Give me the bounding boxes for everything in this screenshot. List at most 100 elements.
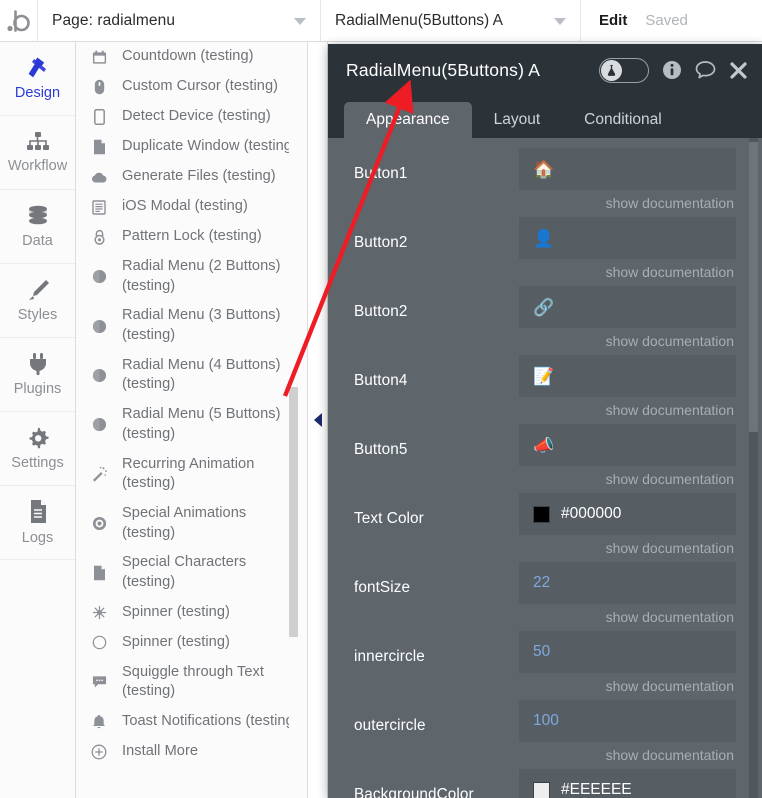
list-item-label: iOS Modal (testing)	[122, 198, 248, 215]
sidebar-item-workflow[interactable]: Workflow	[0, 116, 75, 190]
list-item-label: Radial Menu (2 Buttons) (testing)	[122, 258, 281, 294]
property-editor-header: RadialMenu(5Buttons) A	[328, 44, 762, 96]
property-input[interactable]: #000000	[519, 493, 736, 535]
list-item[interactable]: Radial Menu (5 Buttons) (testing)	[76, 400, 308, 449]
list-item[interactable]: Spinner (testing)	[76, 628, 308, 658]
list-item[interactable]: Toast Notifications (testing)	[76, 707, 308, 737]
list-item[interactable]: Pattern Lock (testing)	[76, 222, 308, 252]
panel-divider	[307, 42, 308, 798]
property-scrollbar-thumb[interactable]	[749, 142, 758, 432]
target-icon	[90, 515, 108, 533]
edit-status-group: Edit Saved	[581, 0, 688, 41]
tab-appearance[interactable]: Appearance	[344, 102, 472, 138]
property-row: Button4 📝 show documentation	[354, 355, 736, 424]
document-icon	[30, 500, 46, 523]
list-item[interactable]: Spinner (testing)	[76, 598, 308, 628]
list-item[interactable]: Special Characters (testing)	[76, 548, 308, 597]
list-item-label: Special Animations (testing)	[122, 504, 247, 541]
bubble-logo[interactable]	[0, 0, 38, 41]
list-item[interactable]: iOS Modal (testing)	[76, 192, 308, 222]
list-item[interactable]: Countdown (testing)	[76, 42, 308, 72]
tab-layout[interactable]: Layout	[472, 102, 563, 138]
property-input[interactable]: 📝	[519, 355, 736, 397]
list-item-label: Detect Device (testing)	[122, 108, 271, 125]
sidebar-item-design[interactable]: Design	[0, 42, 75, 116]
list-item-label: Duplicate Window (testing)	[122, 138, 297, 155]
list-item-label: Radial Menu (3 Buttons) (testing)	[122, 307, 281, 344]
database-icon	[28, 205, 47, 225]
list-item[interactable]: Radial Menu (2 Buttons) (testing)	[76, 252, 308, 301]
list-item-label: Pattern Lock (testing)	[122, 228, 262, 245]
mouse-icon	[90, 78, 108, 96]
property-input[interactable]: 22	[519, 562, 736, 604]
property-input[interactable]: 100	[519, 700, 736, 742]
show-documentation-link[interactable]: show documentation	[519, 466, 736, 493]
list-item[interactable]: Recurring Animation (testing)	[76, 450, 308, 499]
numeric-value: 22	[533, 574, 551, 591]
list-item[interactable]: Duplicate Window (testing)	[76, 132, 308, 162]
list-item[interactable]: Generate Files (testing)	[76, 162, 308, 192]
show-documentation-link[interactable]: show documentation	[519, 397, 736, 424]
chevron-down-icon	[294, 17, 306, 25]
property-input[interactable]: 📣	[519, 424, 736, 466]
property-input[interactable]: 50	[519, 631, 736, 673]
page-dropdown-label: Page: radialmenu	[52, 11, 176, 29]
plug-icon	[29, 353, 46, 375]
list-item[interactable]: Install More	[76, 737, 308, 767]
property-input[interactable]: #EEEEEE	[519, 769, 736, 798]
property-input[interactable]: 🔗	[519, 286, 736, 328]
show-documentation-link[interactable]: show documentation	[519, 259, 736, 286]
property-label: Button2	[354, 303, 408, 320]
color-hex-value: #EEEEEE	[561, 781, 632, 798]
show-documentation-link[interactable]: show documentation	[519, 673, 736, 700]
property-label: BackgroundColor	[354, 786, 474, 798]
element-dropdown[interactable]: RadialMenu(5Buttons) A	[321, 0, 581, 41]
list-item[interactable]: Special Animations (testing)	[76, 499, 308, 548]
sidebar-item-label: Settings	[11, 455, 64, 471]
cloud-icon	[90, 168, 108, 186]
property-label: Button4	[354, 372, 408, 389]
sidebar-item-plugins[interactable]: Plugins	[0, 338, 75, 412]
property-editor-body: Button1 🏠 show documentation Button2 👤 show d…	[328, 138, 762, 798]
list-item-label: Install More	[122, 743, 199, 760]
flask-toggle[interactable]	[599, 57, 649, 83]
property-input[interactable]: 🏠	[519, 148, 736, 190]
edit-button[interactable]: Edit	[599, 12, 627, 29]
panel-collapse-handle[interactable]	[309, 42, 328, 798]
property-row: Button5 📣 show documentation	[354, 424, 736, 493]
page-icon	[90, 138, 108, 156]
list-item[interactable]: Detect Device (testing)	[76, 102, 308, 132]
list-icon	[90, 198, 108, 216]
sidebar-item-logs[interactable]: Logs	[0, 486, 75, 560]
sidebar-item-settings[interactable]: Settings	[0, 412, 75, 486]
property-input[interactable]: 👤	[519, 217, 736, 259]
info-icon[interactable]	[662, 60, 682, 80]
element-list: Countdown (testing) Custom Cursor (testin…	[76, 42, 308, 767]
show-documentation-link[interactable]: show documentation	[519, 742, 736, 769]
list-item[interactable]: Custom Cursor (testing)	[76, 72, 308, 102]
element-list-scrollbar-thumb[interactable]	[289, 387, 298, 637]
numeric-value: 50	[533, 643, 551, 660]
page-dropdown[interactable]: Page: radialmenu	[38, 0, 321, 41]
show-documentation-link[interactable]: show documentation	[519, 190, 736, 217]
list-item[interactable]: Radial Menu (3 Buttons) (testing)	[76, 301, 308, 350]
sidebar-item-label: Plugins	[13, 381, 62, 397]
property-label: Button2	[354, 234, 408, 251]
radial-icon	[90, 366, 108, 384]
property-rows: Button1 🏠 show documentation Button2 👤 show d…	[328, 138, 762, 798]
list-item[interactable]: Radial Menu (4 Buttons) (testing)	[76, 351, 308, 400]
show-documentation-link[interactable]: show documentation	[519, 535, 736, 562]
sidebar-item-data[interactable]: Data	[0, 190, 75, 264]
sidebar-item-label: Logs	[21, 530, 54, 546]
comment-icon[interactable]	[695, 60, 716, 80]
tab-conditional[interactable]: Conditional	[562, 102, 684, 138]
close-icon[interactable]	[729, 61, 748, 80]
memo-emoji: 📝	[533, 366, 555, 386]
sidebar-item-styles[interactable]: Styles	[0, 264, 75, 338]
color-swatch[interactable]	[533, 781, 550, 798]
show-documentation-link[interactable]: show documentation	[519, 328, 736, 355]
megaphone-emoji: 📣	[533, 435, 555, 455]
show-documentation-link[interactable]: show documentation	[519, 604, 736, 631]
list-item[interactable]: Squiggle through Text (testing)	[76, 658, 308, 707]
color-swatch[interactable]	[533, 505, 550, 523]
